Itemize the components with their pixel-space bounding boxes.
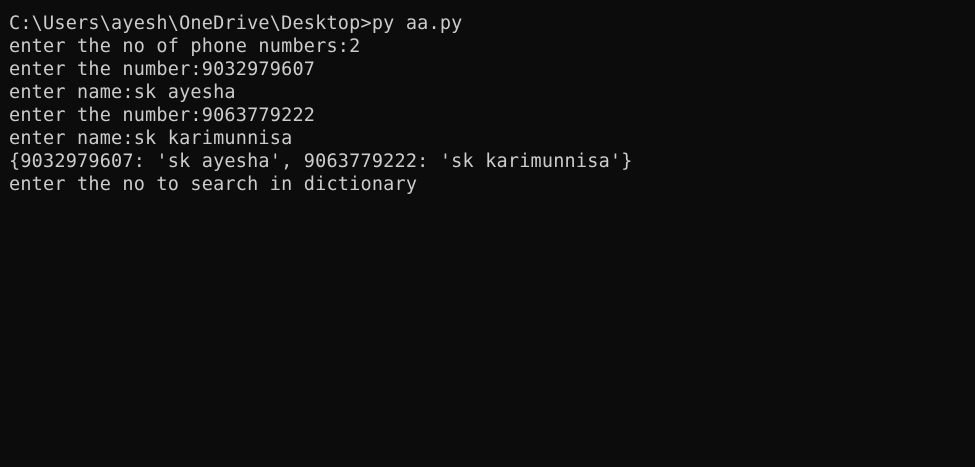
terminal-window[interactable]: C:\Users\ayesh\OneDrive\Desktop>py aa.py… (0, 0, 975, 467)
input-prompt-line[interactable]: enter the no to search in dictionary (9, 173, 975, 196)
output-line: enter the number:9032979607 (9, 59, 316, 80)
output-line: enter name:sk karimunnisa (9, 128, 293, 149)
prompt-command-line: C:\Users\ayesh\OneDrive\Desktop>py aa.py (9, 13, 463, 34)
output-line: enter the number:9063779222 (9, 105, 316, 126)
output-line: enter name:sk ayesha (9, 82, 236, 103)
output-line: enter the no of phone numbers:2 (9, 36, 361, 57)
dictionary-output-line: {9032979607: 'sk ayesha', 9063779222: 's… (9, 151, 633, 172)
